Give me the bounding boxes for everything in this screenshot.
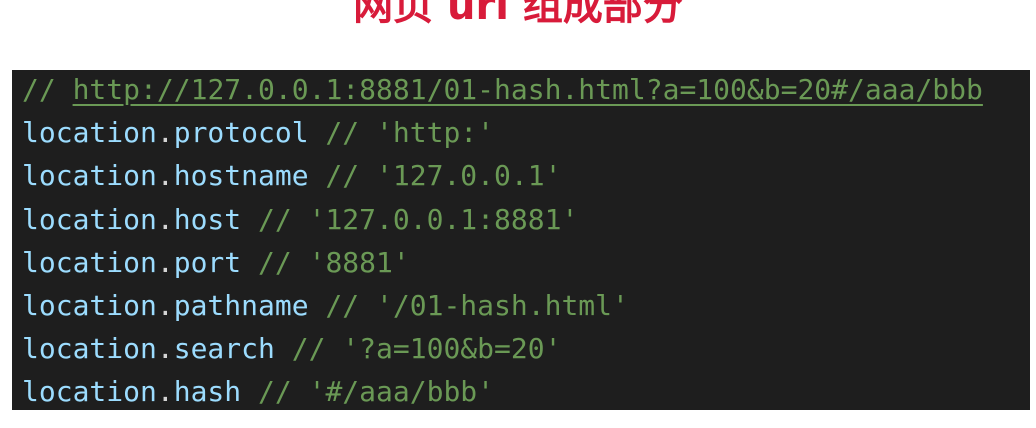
code-property: host bbox=[173, 203, 242, 236]
page-title: 网页 url 组成部分 bbox=[353, 0, 683, 29]
code-line-host: location.host // '127.0.0.1:8881' bbox=[22, 200, 578, 240]
code-property: protocol bbox=[173, 116, 309, 149]
code-line-protocol: location.protocol // 'http:' bbox=[22, 113, 494, 153]
code-dot: . bbox=[156, 203, 174, 236]
code-object: location bbox=[22, 116, 157, 149]
code-dot: . bbox=[156, 246, 174, 279]
code-dot: . bbox=[156, 375, 174, 408]
code-line-search: location.search // '?a=100&b=20' bbox=[22, 329, 561, 369]
page: 网页 url 组成部分 // http://127.0.0.1:8881/01-… bbox=[0, 0, 1036, 428]
code-line-pathname: location.pathname // '/01-hash.html' bbox=[22, 286, 629, 326]
code-object: location bbox=[22, 246, 157, 279]
url-link[interactable]: http://127.0.0.1:8881/01-hash.html?a=100… bbox=[73, 73, 983, 106]
code-dot: . bbox=[156, 332, 174, 365]
code-dot: . bbox=[156, 159, 174, 192]
code-block: // http://127.0.0.1:8881/01-hash.html?a=… bbox=[12, 70, 1030, 410]
code-dot: . bbox=[156, 116, 174, 149]
code-dot: . bbox=[156, 289, 174, 322]
code-line-port: location.port // '8881' bbox=[22, 243, 410, 283]
code-object: location bbox=[22, 289, 157, 322]
code-comment: // '127.0.0.1' bbox=[308, 159, 562, 192]
comment-prefix: // bbox=[22, 73, 73, 106]
code-property: search bbox=[173, 332, 275, 365]
code-line-hash: location.hash // '#/aaa/bbb' bbox=[22, 372, 494, 410]
code-property: pathname bbox=[173, 289, 309, 322]
code-comment: // '#/aaa/bbb' bbox=[241, 375, 495, 408]
code-line-hostname: location.hostname // '127.0.0.1' bbox=[22, 156, 561, 196]
code-property: hash bbox=[173, 375, 242, 408]
code-object: location bbox=[22, 332, 157, 365]
code-comment: // '127.0.0.1:8881' bbox=[241, 203, 579, 236]
code-comment: // '/01-hash.html' bbox=[308, 289, 629, 322]
code-property: hostname bbox=[173, 159, 309, 192]
code-property: port bbox=[173, 246, 242, 279]
code-comment: // 'http:' bbox=[308, 116, 495, 149]
code-object: location bbox=[22, 375, 157, 408]
code-comment: // '8881' bbox=[241, 246, 410, 279]
code-line-url-comment: // http://127.0.0.1:8881/01-hash.html?a=… bbox=[22, 70, 983, 110]
code-object: location bbox=[22, 159, 157, 192]
code-comment: // '?a=100&b=20' bbox=[274, 332, 562, 365]
code-object: location bbox=[22, 203, 157, 236]
